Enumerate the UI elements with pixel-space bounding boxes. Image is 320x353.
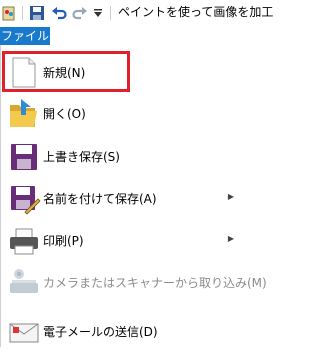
save-icon[interactable] <box>29 4 45 22</box>
menu-item-label: 名前を付けて保存(A) <box>43 192 157 206</box>
ribbon-tab-bar: ファイル <box>0 27 247 46</box>
toolbar-separator <box>22 6 23 20</box>
scanner-icon <box>7 266 41 300</box>
file-tab[interactable]: ファイル <box>0 27 50 45</box>
title-bar: ペイントを使って画像を加工 <box>0 0 273 27</box>
customize-toolbar-icon[interactable] <box>92 4 104 22</box>
save-icon <box>7 140 41 174</box>
menu-item-label: 上書き保存(S) <box>43 150 120 164</box>
email-icon <box>7 315 41 349</box>
undo-icon[interactable] <box>51 4 67 22</box>
menu-item-send-email[interactable]: 電子メールの送信(D) <box>1 311 248 351</box>
file-menu: 新規(N) 開く(O) 上書き保存(S) 名前を付けて保存(A) ▶ 印刷(P)… <box>0 45 267 347</box>
submenu-arrow-icon: ▶ <box>227 234 234 243</box>
menu-item-save[interactable]: 上書き保存(S) <box>1 136 248 176</box>
highlight-box <box>2 51 130 92</box>
menu-item-print[interactable]: 印刷(P) ▶ <box>1 220 248 260</box>
menu-item-label: 電子メールの送信(D) <box>43 325 158 339</box>
save-as-icon <box>7 182 41 216</box>
redo-icon[interactable] <box>72 4 88 22</box>
menu-item-save-as[interactable]: 名前を付けて保存(A) ▶ <box>1 178 248 218</box>
menu-item-import-from-scanner: カメラまたはスキャナーから取り込み(M) <box>1 262 267 302</box>
printer-icon <box>7 224 41 258</box>
paint-app-icon[interactable] <box>2 4 16 22</box>
toolbar-separator <box>110 6 111 20</box>
menu-item-label: 開く(O) <box>43 107 86 121</box>
menu-item-open[interactable]: 開く(O) <box>1 93 248 133</box>
menu-item-label: 印刷(P) <box>43 234 84 248</box>
window-title: ペイントを使って画像を加工 <box>118 5 274 19</box>
menu-item-label: カメラまたはスキャナーから取り込み(M) <box>43 276 267 290</box>
submenu-arrow-icon: ▶ <box>227 192 234 201</box>
open-folder-icon <box>7 97 41 131</box>
